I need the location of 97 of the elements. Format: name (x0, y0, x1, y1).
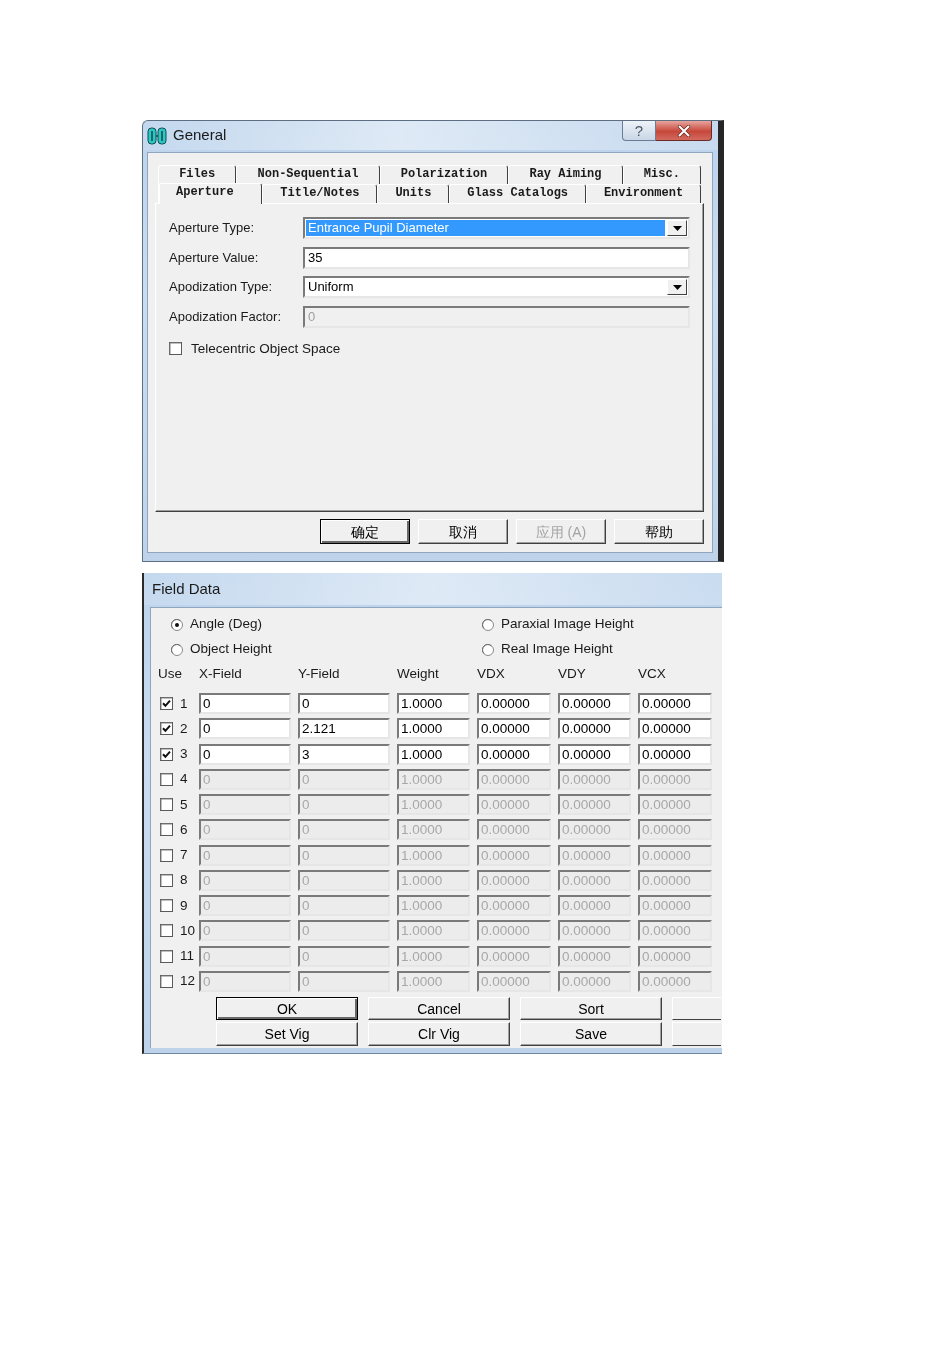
confirm-button[interactable]: 确定 (320, 519, 410, 544)
row-number: 1 (180, 694, 188, 713)
column-header: Y-Field (298, 664, 341, 683)
dropdown[interactable]: Uniform (303, 276, 690, 299)
input-field[interactable]: 0 (298, 693, 390, 715)
dropdown[interactable]: Entrance Pupil Diameter (303, 217, 690, 239)
caret-down-icon (672, 284, 682, 290)
input-field[interactable]: 0.00000 (477, 718, 551, 740)
input-field[interactable]: 1.0000 (397, 693, 470, 715)
checkbox[interactable] (169, 342, 182, 356)
row-number: 6 (180, 820, 188, 839)
checkbox[interactable] (160, 798, 173, 812)
row-number: 9 (180, 896, 188, 915)
checkbox[interactable] (160, 974, 173, 988)
input-field[interactable]: 0.00000 (638, 743, 712, 765)
checkbox[interactable] (160, 949, 173, 963)
field-label: Apodization Factor: (169, 308, 282, 327)
row-number: 5 (180, 795, 188, 814)
column-header: X-Field (199, 664, 243, 683)
dropdown-button[interactable] (667, 220, 687, 236)
input-field[interactable]: 0 (199, 718, 291, 740)
column-header: Use (158, 664, 183, 683)
radio-label[interactable]: Angle (Deg) (190, 614, 263, 635)
help-button[interactable]: ? (622, 121, 656, 141)
input-field[interactable]: 0.00000 (638, 718, 712, 740)
checkbox[interactable] (160, 722, 173, 736)
tab[interactable]: Units (377, 184, 450, 203)
tab[interactable]: Non-Sequential (236, 165, 380, 184)
clipped-button[interactable] (672, 997, 721, 1020)
tab[interactable]: Glass Catalogs (449, 184, 586, 203)
input-field[interactable]: 0.00000 (638, 693, 712, 715)
save-button[interactable]: Save (520, 1022, 662, 1046)
column-header: VCX (638, 664, 667, 683)
sort-button[interactable]: Sort (520, 997, 662, 1020)
row-number: 4 (180, 770, 188, 789)
radio-label[interactable]: Paraxial Image Height (501, 614, 634, 635)
tab[interactable]: Misc. (622, 165, 701, 184)
text-field[interactable]: 35 (303, 246, 690, 269)
input-field[interactable]: 1.0000 (397, 718, 470, 740)
close-button[interactable] (656, 121, 712, 141)
close-icon (676, 124, 691, 137)
input-field[interactable]: 3 (298, 743, 390, 765)
input-field[interactable]: 0 (199, 693, 291, 715)
column-header: VDY (558, 664, 587, 683)
field-label: Apodization Type: (169, 278, 274, 297)
tab[interactable]: Ray Aiming (508, 165, 623, 184)
input-field[interactable]: 2.121 (298, 718, 390, 740)
checkbox[interactable] (160, 873, 173, 887)
clipped-button[interactable] (672, 1022, 721, 1046)
field-label: Aperture Type: (169, 219, 256, 238)
radio-button[interactable] (171, 618, 183, 631)
row-number: 2 (180, 719, 188, 738)
input-field[interactable]: 0.00000 (558, 718, 631, 740)
column-header: Weight (397, 664, 440, 683)
input-field[interactable]: 0.00000 (558, 693, 631, 715)
row-number: 8 (180, 871, 188, 890)
row-number: 3 (180, 745, 188, 763)
help-button[interactable]: 帮助 (614, 519, 704, 544)
radio-button[interactable] (482, 618, 494, 631)
caret-down-icon (672, 225, 682, 231)
row-number: 12 (180, 972, 196, 991)
input-field[interactable]: 0.00000 (477, 693, 551, 715)
radio-label[interactable]: Object Height (190, 639, 272, 660)
tab[interactable]: Files (158, 165, 237, 184)
checkbox[interactable] (160, 697, 173, 711)
row-number: 11 (180, 947, 194, 965)
checkbox[interactable] (160, 772, 173, 786)
column-header: VDX (477, 664, 506, 683)
cancel-button[interactable]: Cancel (368, 997, 510, 1020)
checkbox[interactable] (160, 899, 173, 913)
input-field[interactable]: 0.00000 (477, 743, 551, 765)
clear-vignetting-button[interactable]: Clr Vig (368, 1022, 510, 1046)
window-title: General (173, 125, 227, 146)
input-field[interactable]: 0 (199, 743, 291, 765)
radio-label[interactable]: Real Image Height (501, 639, 613, 660)
field-label: Aperture Value: (169, 248, 260, 267)
row-number: 7 (180, 846, 188, 864)
input-field[interactable]: 0.00000 (558, 743, 631, 765)
checkbox[interactable] (160, 823, 173, 837)
checkbox-label[interactable]: Telecentric Object Space (191, 338, 341, 360)
checkbox[interactable] (160, 924, 173, 938)
window-title: Field Data (152, 578, 221, 599)
input-field[interactable]: 1.0000 (397, 743, 470, 765)
tab[interactable]: Aperture (158, 183, 263, 204)
cancel-button[interactable]: 取消 (418, 519, 508, 544)
checkbox[interactable] (160, 848, 173, 862)
row-number: 10 (180, 921, 196, 940)
checkbox[interactable] (160, 747, 173, 761)
dropdown-button[interactable] (667, 279, 687, 296)
tab[interactable]: Polarization (379, 165, 509, 184)
radio-button[interactable] (482, 643, 494, 656)
app-icon (147, 125, 167, 146)
tab[interactable]: Environment (586, 184, 702, 203)
tab[interactable]: Title/Notes (262, 184, 378, 203)
ok-button[interactable]: OK (216, 997, 358, 1020)
set-vignetting-button[interactable]: Set Vig (216, 1022, 358, 1046)
radio-button[interactable] (171, 643, 183, 656)
